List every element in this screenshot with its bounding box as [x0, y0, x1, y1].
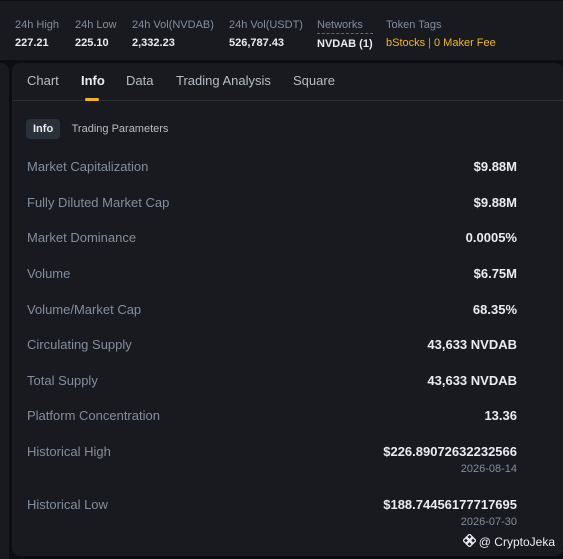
info-value: 13.36 [484, 408, 517, 423]
info-date: 2026-07-30 [460, 516, 517, 528]
left-panel-edge [0, 63, 9, 559]
tag-separator: | [428, 37, 431, 49]
info-label: Historical Low [27, 497, 108, 512]
info-date: 2026-08-14 [460, 463, 517, 475]
info-value: $6.75M [473, 266, 517, 281]
stat-24h-high: 24h High 227.21 [15, 19, 59, 50]
info-label: Total Supply [27, 373, 98, 388]
stat-label: 24h Vol(NVDAB) [132, 19, 214, 31]
watermark: @ CryptoJeka [461, 533, 555, 550]
info-label: Historical High [27, 444, 111, 459]
stat-value: 526,787.43 [229, 37, 285, 49]
stat-24h-vol-base: 24h Vol(NVDAB) 2,332.23 [132, 19, 214, 50]
info-row-circulating-supply: Circulating Supply 43,633 NVDAB [26, 337, 517, 357]
info-row-fdv: Fully Diluted Market Cap $9.88M [26, 195, 517, 215]
stat-value: 225.10 [75, 37, 109, 49]
info-value: $188.74456177717695 [383, 497, 517, 512]
binance-diamond-icon [461, 533, 479, 550]
market-stats-bar: 24h High 227.21 24h Low 225.10 24h Vol(N… [0, 0, 563, 60]
stat-24h-low: 24h Low 225.10 [75, 19, 117, 50]
info-value: $9.88M [473, 159, 517, 174]
tab-trading-analysis[interactable]: Trading Analysis [176, 73, 271, 88]
info-row-volume: Volume $6.75M [26, 266, 517, 286]
info-value: $9.88M [473, 195, 517, 210]
info-value: 68.35% [472, 302, 517, 317]
stat-label: 24h Low [75, 19, 117, 31]
info-value: 43,633 NVDAB [427, 373, 517, 388]
subtab-trading-parameters[interactable]: Trading Parameters [65, 119, 176, 139]
info-row-total-supply: Total Supply 43,633 NVDAB [26, 373, 517, 393]
stat-label: 24h High [15, 19, 60, 31]
info-label: Market Capitalization [27, 159, 149, 174]
tab-info[interactable]: Info [81, 73, 105, 88]
info-label: Circulating Supply [27, 337, 132, 352]
info-label: Volume/Market Cap [27, 302, 142, 317]
info-label: Fully Diluted Market Cap [27, 195, 170, 210]
stat-value: 227.21 [15, 37, 49, 49]
stat-value: NVDAB (1) [317, 38, 373, 50]
stat-token-tags: Token Tags bStocks | 0 Maker Fee [386, 19, 496, 50]
info-value: 43,633 NVDAB [427, 337, 517, 352]
info-subtabs: Info Trading Parameters [26, 119, 175, 139]
info-row-market-dominance: Market Dominance 0.0005% [26, 230, 517, 250]
stat-label-networks[interactable]: Networks [317, 19, 373, 34]
tab-data[interactable]: Data [126, 73, 153, 88]
token-tag-maker-fee[interactable]: 0 Maker Fee [434, 37, 496, 49]
stat-label: Token Tags [386, 19, 442, 31]
info-value: $226.89072632232566 [383, 444, 517, 459]
info-row-market-cap: Market Capitalization $9.88M [26, 159, 517, 179]
info-value: 0.0005% [465, 230, 517, 245]
token-tags-list: bStocks | 0 Maker Fee [386, 37, 496, 50]
info-row-platform-concentration: Platform Concentration 13.36 [26, 408, 517, 428]
info-row-historical-high: Historical High $226.89072632232566 2026… [26, 444, 517, 480]
stat-value: 2,332.23 [132, 37, 175, 49]
token-tag-bstocks[interactable]: bStocks [386, 37, 425, 49]
main-tabs: Chart Info Data Trading Analysis Square [12, 63, 563, 101]
info-row-volume-market-cap: Volume/Market Cap 68.35% [26, 302, 517, 322]
info-label: Platform Concentration [27, 408, 160, 423]
tab-chart[interactable]: Chart [27, 73, 59, 88]
info-label: Market Dominance [27, 230, 137, 245]
info-label: Volume [27, 266, 71, 281]
tab-square[interactable]: Square [293, 73, 335, 88]
stat-24h-vol-quote: 24h Vol(USDT) 526,787.43 [229, 19, 303, 50]
stat-networks[interactable]: Networks NVDAB (1) [317, 19, 373, 51]
active-tab-indicator [85, 98, 99, 101]
subtab-info[interactable]: Info [26, 119, 61, 139]
info-panel: Chart Info Data Trading Analysis Square … [12, 63, 563, 556]
stat-label: 24h Vol(USDT) [229, 19, 303, 31]
watermark-text: @ CryptoJeka [478, 535, 555, 549]
info-row-historical-low: Historical Low $188.74456177717695 2026-… [26, 497, 517, 533]
